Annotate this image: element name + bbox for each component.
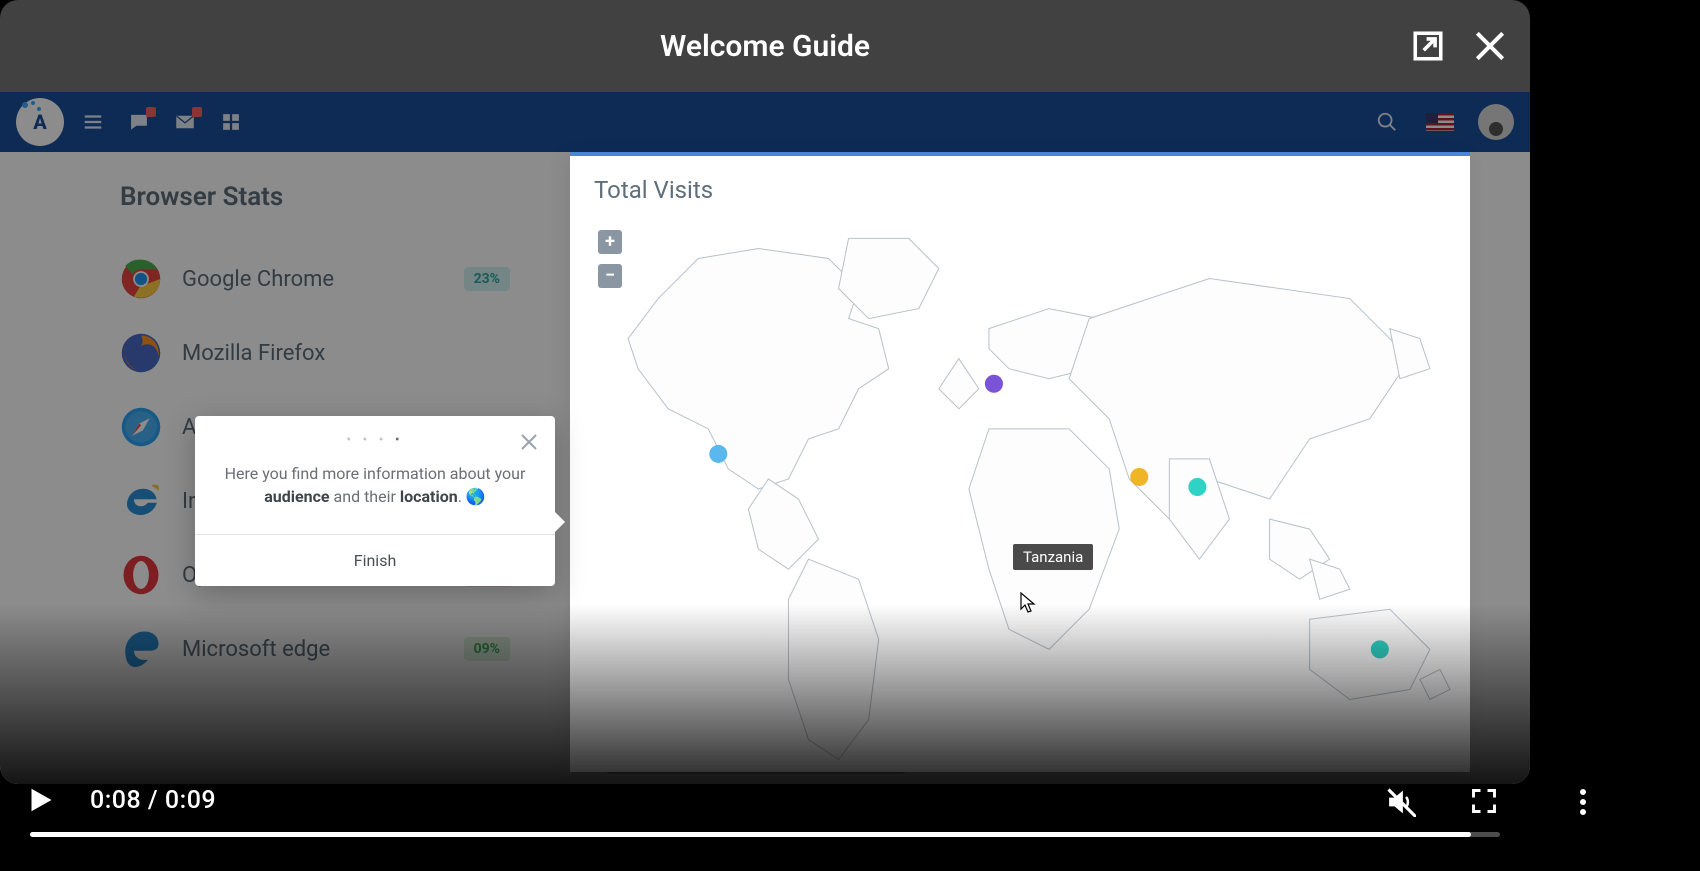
total-visits-title: Total Visits xyxy=(570,156,1470,210)
app-top-bar: A xyxy=(0,92,1530,152)
edge-icon xyxy=(120,628,162,670)
mail-button[interactable] xyxy=(174,111,196,133)
hamburger-icon xyxy=(82,111,104,133)
apps-button[interactable] xyxy=(220,111,242,133)
tour-close-button[interactable] xyxy=(517,430,541,454)
map-pin[interactable] xyxy=(985,375,1003,393)
mute-button[interactable] xyxy=(1386,787,1416,817)
close-icon xyxy=(1471,27,1509,65)
close-icon xyxy=(517,430,541,454)
video-controls: 0:08 / 0:09 xyxy=(0,741,1700,871)
opera-icon xyxy=(120,554,162,596)
safari-icon xyxy=(120,406,162,448)
avatar[interactable] xyxy=(1478,104,1514,140)
fullscreen-icon xyxy=(1470,787,1498,815)
search-button[interactable] xyxy=(1376,111,1398,133)
search-icon xyxy=(1376,111,1398,133)
video-time: 0:08 / 0:09 xyxy=(90,786,216,815)
mail-badge xyxy=(192,107,202,117)
modal-header: Welcome Guide xyxy=(0,0,1530,92)
play-icon xyxy=(24,785,54,815)
firefox-icon xyxy=(120,332,162,374)
map-pin[interactable] xyxy=(1188,478,1206,496)
close-button[interactable] xyxy=(1468,24,1512,68)
viewport: Welcome Guide A xyxy=(0,0,1700,871)
popout-button[interactable] xyxy=(1406,24,1450,68)
ie-icon xyxy=(120,480,162,522)
map-tooltip: Tanzania xyxy=(1013,544,1093,570)
more-options-button[interactable] xyxy=(1580,789,1586,815)
video-progress[interactable] xyxy=(30,832,1500,837)
browser-row-firefox[interactable]: Mozilla Firefox xyxy=(120,316,510,390)
browser-name: Google Chrome xyxy=(182,267,464,292)
chat-button[interactable] xyxy=(128,111,150,133)
menu-button[interactable] xyxy=(82,111,104,133)
play-button[interactable] xyxy=(24,785,54,815)
land-shapes xyxy=(628,238,1450,759)
map-pin[interactable] xyxy=(709,445,727,463)
map-pin[interactable] xyxy=(1371,640,1389,658)
cursor-icon xyxy=(1020,592,1036,614)
browser-stats-title: Browser Stats xyxy=(120,182,510,212)
chat-badge xyxy=(146,107,156,117)
chrome-icon xyxy=(120,258,162,300)
world-map[interactable]: Tanzania xyxy=(588,216,1460,762)
modal-title: Welcome Guide xyxy=(660,29,870,64)
map-pin[interactable] xyxy=(1130,468,1148,486)
total-visits-panel: Total Visits + − xyxy=(570,152,1470,772)
tour-step-dots: • • • • xyxy=(195,416,555,448)
popout-icon xyxy=(1411,29,1445,63)
volume-muted-icon xyxy=(1386,787,1416,817)
tour-tooltip-card: • • • • Here you find more information a… xyxy=(195,416,555,586)
browser-name: Microsoft edge xyxy=(182,637,464,662)
app-logo[interactable]: A xyxy=(16,98,64,146)
video-progress-fill xyxy=(30,832,1471,837)
embedded-screenshot: Welcome Guide A xyxy=(0,0,1530,784)
tour-body-text: Here you find more information about you… xyxy=(195,448,555,534)
browser-name: Mozilla Firefox xyxy=(182,341,510,366)
browser-row-chrome[interactable]: Google Chrome 23% xyxy=(120,242,510,316)
browser-row-edge[interactable]: Microsoft edge 09% xyxy=(120,612,510,686)
tour-finish-button[interactable]: Finish xyxy=(195,534,555,586)
fullscreen-button[interactable] xyxy=(1470,787,1500,817)
browser-pct-badge: 09% xyxy=(464,637,510,661)
app-area: A xyxy=(0,92,1530,784)
browser-pct-badge: 23% xyxy=(464,267,510,291)
grid-icon xyxy=(222,113,240,131)
locale-flag-us[interactable] xyxy=(1426,113,1454,131)
